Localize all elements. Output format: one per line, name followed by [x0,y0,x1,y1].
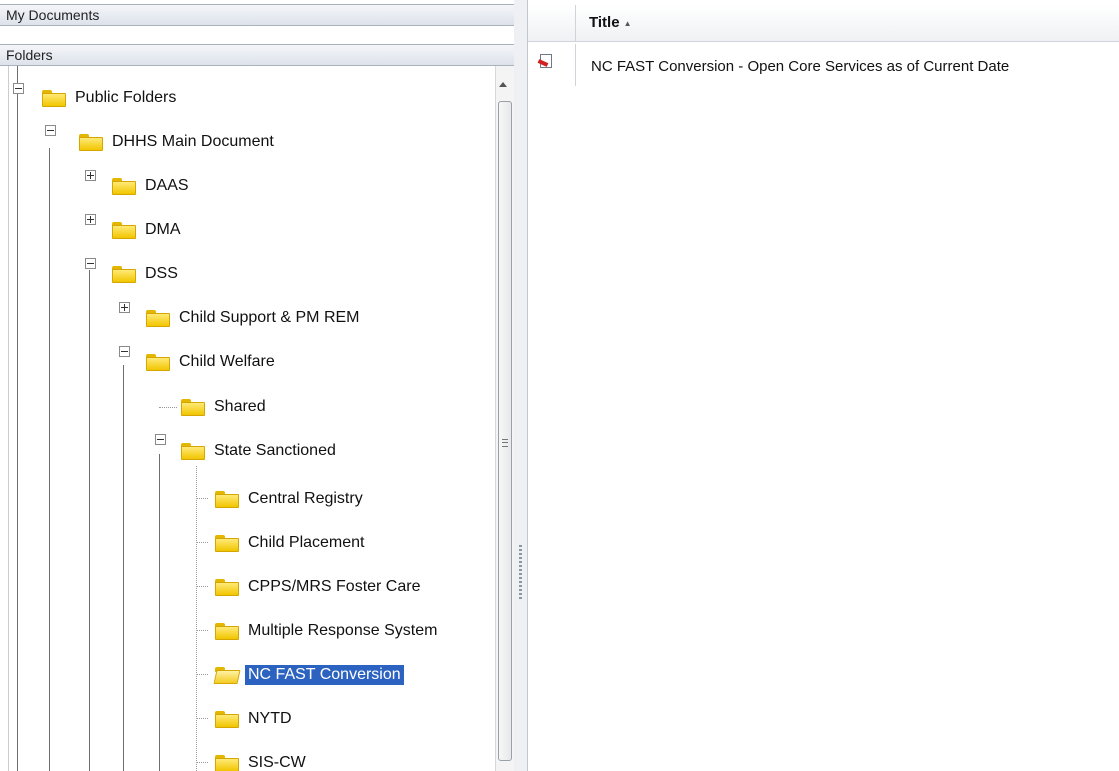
tree-node-label: State Sanctioned [214,442,336,459]
expand-toggle[interactable] [85,214,96,225]
folder-icon [112,177,136,195]
folder-icon [215,490,239,508]
folders-panel: My Documents Folders Public Folders DHHS… [0,0,515,771]
row-title[interactable]: NC FAST Conversion - Open Core Services … [591,58,1009,75]
tree-node-nytd[interactable]: NYTD [215,704,292,734]
icon-column-header[interactable] [528,5,576,41]
tree-node-label: DHHS Main Document [112,133,274,150]
tree-connector [196,542,208,543]
tree-connector [123,365,124,771]
collapse-toggle[interactable] [85,258,96,269]
table-row[interactable]: NC FAST Conversion - Open Core Services … [528,44,1119,86]
open-folder-icon [213,666,241,684]
folder-icon [112,221,136,239]
tree-node-dss[interactable]: DSS [112,259,178,289]
tree-connector [196,718,208,719]
folder-tree: Public Folders DHHS Main Document DAAS D… [8,66,491,771]
tree-connector [196,630,208,631]
tree-node-child-welfare[interactable]: Child Welfare [146,347,275,377]
tree-node-state-sanctioned[interactable]: State Sanctioned [181,436,336,466]
scroll-thumb[interactable] [498,101,512,761]
grip-icon [502,439,508,447]
tree-node-label: DAAS [145,177,189,194]
tree-node-label: Shared [214,398,266,415]
tree-node-label: Public Folders [75,89,177,106]
tree-node-label: Child Support & PM REM [179,309,360,326]
collapse-toggle[interactable] [155,434,166,445]
tree-node-label: Child Welfare [179,353,275,370]
tree-connector [89,270,90,771]
folder-icon [146,309,170,327]
folders-header[interactable]: Folders [0,44,514,66]
expand-toggle[interactable] [119,302,130,313]
tree-node-label: Child Placement [248,534,365,551]
tree-node-label: Central Registry [248,490,363,507]
folder-icon [215,754,239,771]
tree-connector [196,762,208,763]
tree-node-multiple-response-system[interactable]: Multiple Response System [215,616,437,646]
expand-toggle[interactable] [85,170,96,181]
tree-connector [159,454,160,771]
tree-connector [196,674,208,675]
tree-node-dhhs-main-document[interactable]: DHHS Main Document [79,127,274,157]
tree-node-cpps-mrs-foster-care[interactable]: CPPS/MRS Foster Care [215,572,420,602]
document-icon [540,54,552,68]
tree-node-child-support[interactable]: Child Support & PM REM [146,303,360,333]
collapse-toggle[interactable] [119,346,130,357]
tree-node-label: NYTD [248,710,292,727]
collapse-toggle[interactable] [45,125,56,136]
tree-node-label: DMA [145,221,181,238]
tree-connector [17,66,18,771]
tree-scrollbar[interactable] [495,66,514,771]
tree-node-nc-fast-conversion[interactable]: NC FAST Conversion [213,660,404,690]
folder-icon [215,578,239,596]
folder-icon [42,89,66,107]
title-column-header[interactable]: Title ▲ [589,14,632,31]
tree-node-label: Multiple Response System [248,622,438,639]
tree-node-dma[interactable]: DMA [112,215,181,245]
grid-header: Title ▲ [528,5,1119,42]
documents-grid: Title ▲ NC FAST Conversion - Open Core Se… [528,0,1119,771]
splitter-grip-icon[interactable] [519,545,522,601]
tree-node-sis-cw[interactable]: SIS-CW [215,748,306,771]
tree-connector [196,466,197,771]
title-column-label: Title [589,14,620,31]
sort-ascending-icon: ▲ [623,18,632,28]
folder-icon [181,442,205,460]
folder-icon [112,265,136,283]
tree-node-public-folders[interactable]: Public Folders [42,83,176,113]
panel-splitter[interactable] [514,0,528,771]
folder-icon [181,398,205,416]
folder-icon [215,534,239,552]
tree-node-label: SIS-CW [248,754,306,771]
tree-node-daas[interactable]: DAAS [112,171,189,201]
folder-icon [215,710,239,728]
tree-node-label: CPPS/MRS Foster Care [248,578,421,595]
folder-icon [215,622,239,640]
folder-icon [146,353,170,371]
scroll-up-arrow-icon[interactable] [499,82,507,87]
tree-connector [159,407,177,408]
row-icon-cell [528,44,576,86]
tree-connector [196,498,208,499]
collapse-toggle[interactable] [13,83,24,94]
tree-node-label: NC FAST Conversion [245,665,404,685]
tree-node-child-placement[interactable]: Child Placement [215,528,365,558]
folder-icon [79,133,103,151]
tree-node-shared[interactable]: Shared [181,392,266,422]
tree-node-label: DSS [145,265,178,282]
tree-connector [49,148,50,771]
tree-node-central-registry[interactable]: Central Registry [215,484,363,514]
my-documents-header[interactable]: My Documents [0,4,514,26]
tree-connector [196,586,208,587]
